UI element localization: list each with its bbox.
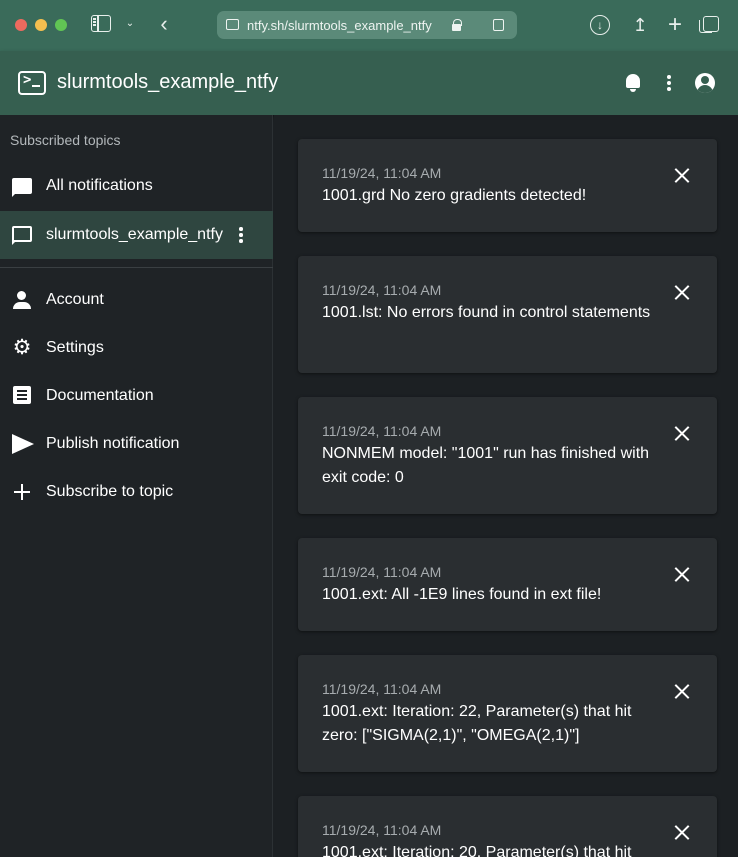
close-icon[interactable] <box>674 824 690 840</box>
close-icon[interactable] <box>674 566 690 582</box>
share-icon[interactable]: ↥ <box>629 14 651 36</box>
sidebar-item-documentation[interactable]: Documentation <box>0 372 273 420</box>
close-icon[interactable] <box>674 284 690 300</box>
notification-message: 1001.lst: No errors found in control sta… <box>322 304 651 321</box>
sidebar-item-all-notifications[interactable]: All notifications <box>0 162 273 210</box>
send-icon <box>12 434 34 454</box>
close-icon[interactable] <box>674 425 690 441</box>
bell-icon[interactable] <box>624 73 642 93</box>
plus-icon <box>12 482 32 502</box>
notification-message: 1001.ext: All -1E9 lines found in ext fi… <box>322 586 602 603</box>
person-icon <box>12 290 32 310</box>
notification-message: 1001.ext: Iteration: 22, Parameter(s) th… <box>322 703 632 744</box>
sidebar-item-label: Subscribe to topic <box>46 483 174 500</box>
lock-icon <box>452 19 462 31</box>
account-icon[interactable] <box>695 73 715 93</box>
notification-time: 11/19/24, 11:04 AM <box>322 165 442 181</box>
app-bar: slurmtools_example_ntfy <box>0 51 738 115</box>
divider <box>0 267 273 268</box>
sidebar-item-topic[interactable]: slurmtools_example_ntfy <box>0 211 273 259</box>
close-icon[interactable] <box>674 683 690 699</box>
tab-overview-icon[interactable] <box>699 16 719 33</box>
back-arrow-icon[interactable]: ‹ <box>156 11 172 36</box>
new-tab-icon[interactable]: + <box>664 11 686 38</box>
site-icon <box>226 19 239 30</box>
download-icon[interactable]: ↓ <box>590 15 610 35</box>
chevron-down-icon[interactable]: ⌄ <box>124 16 136 30</box>
sidebar-item-label: slurmtools_example_ntfy <box>46 226 223 243</box>
url-text[interactable]: ntfy.sh/slurmtools_example_ntfy <box>247 18 432 33</box>
page-title: slurmtools_example_ntfy <box>57 71 279 93</box>
sidebar-item-label: Account <box>46 291 104 308</box>
zoom-window-button[interactable] <box>55 19 67 31</box>
topic-menu-icon[interactable] <box>239 227 243 243</box>
sidebar-item-label: All notifications <box>46 177 153 194</box>
notification-time: 11/19/24, 11:04 AM <box>322 564 442 580</box>
notification-card: 11/19/24, 11:04 AM 1001.ext: Iteration: … <box>298 655 717 772</box>
sidebar-item-account[interactable]: Account <box>0 276 273 324</box>
notification-message: 1001.grd No zero gradients detected! <box>322 187 587 204</box>
reader-icon[interactable] <box>493 19 504 31</box>
chat-outline-icon <box>12 226 32 245</box>
gear-icon: ⚙ <box>12 336 32 359</box>
notification-time: 11/19/24, 11:04 AM <box>322 681 442 697</box>
notification-card: 11/19/24, 11:04 AM 1001.ext: All -1E9 li… <box>298 538 717 631</box>
more-options-icon[interactable] <box>667 75 671 91</box>
sidebar-item-subscribe[interactable]: Subscribe to topic <box>0 468 273 516</box>
chat-icon <box>12 178 32 197</box>
terminal-logo-icon <box>18 71 46 95</box>
notification-time: 11/19/24, 11:04 AM <box>322 423 442 439</box>
sidebar-item-label: Documentation <box>46 387 154 404</box>
notification-card: 11/19/24, 11:04 AM 1001.grd No zero grad… <box>298 139 717 232</box>
notification-message: 1001.ext: Iteration: 20, Parameter(s) th… <box>322 844 632 857</box>
sidebar-toggle-icon[interactable] <box>91 15 111 32</box>
notification-time: 11/19/24, 11:04 AM <box>322 822 442 838</box>
sidebar-heading: Subscribed topics <box>10 132 121 148</box>
notification-list: 11/19/24, 11:04 AM 1001.grd No zero grad… <box>274 115 738 857</box>
close-icon[interactable] <box>674 167 690 183</box>
notification-card: 11/19/24, 11:04 AM 1001.lst: No errors f… <box>298 256 717 373</box>
notification-card: 11/19/24, 11:04 AM 1001.ext: Iteration: … <box>298 796 717 857</box>
notification-card: 11/19/24, 11:04 AM NONMEM model: "1001" … <box>298 397 717 514</box>
address-bar[interactable]: ntfy.sh/slurmtools_example_ntfy <box>217 11 517 39</box>
minimize-window-button[interactable] <box>35 19 47 31</box>
sidebar-item-settings[interactable]: ⚙ Settings <box>0 324 273 372</box>
notification-time: 11/19/24, 11:04 AM <box>322 282 442 298</box>
browser-toolbar: ⌄ ‹ ntfy.sh/slurmtools_example_ntfy ↓ ↥ … <box>0 0 738 51</box>
notification-message: NONMEM model: "1001" run has finished wi… <box>322 445 650 486</box>
sidebar-item-label: Publish notification <box>46 435 180 452</box>
close-window-button[interactable] <box>15 19 27 31</box>
sidebar-item-publish[interactable]: Publish notification <box>0 420 273 468</box>
sidebar: Subscribed topics All notifications slur… <box>0 115 273 857</box>
document-icon <box>13 386 31 404</box>
sidebar-item-label: Settings <box>46 339 104 356</box>
